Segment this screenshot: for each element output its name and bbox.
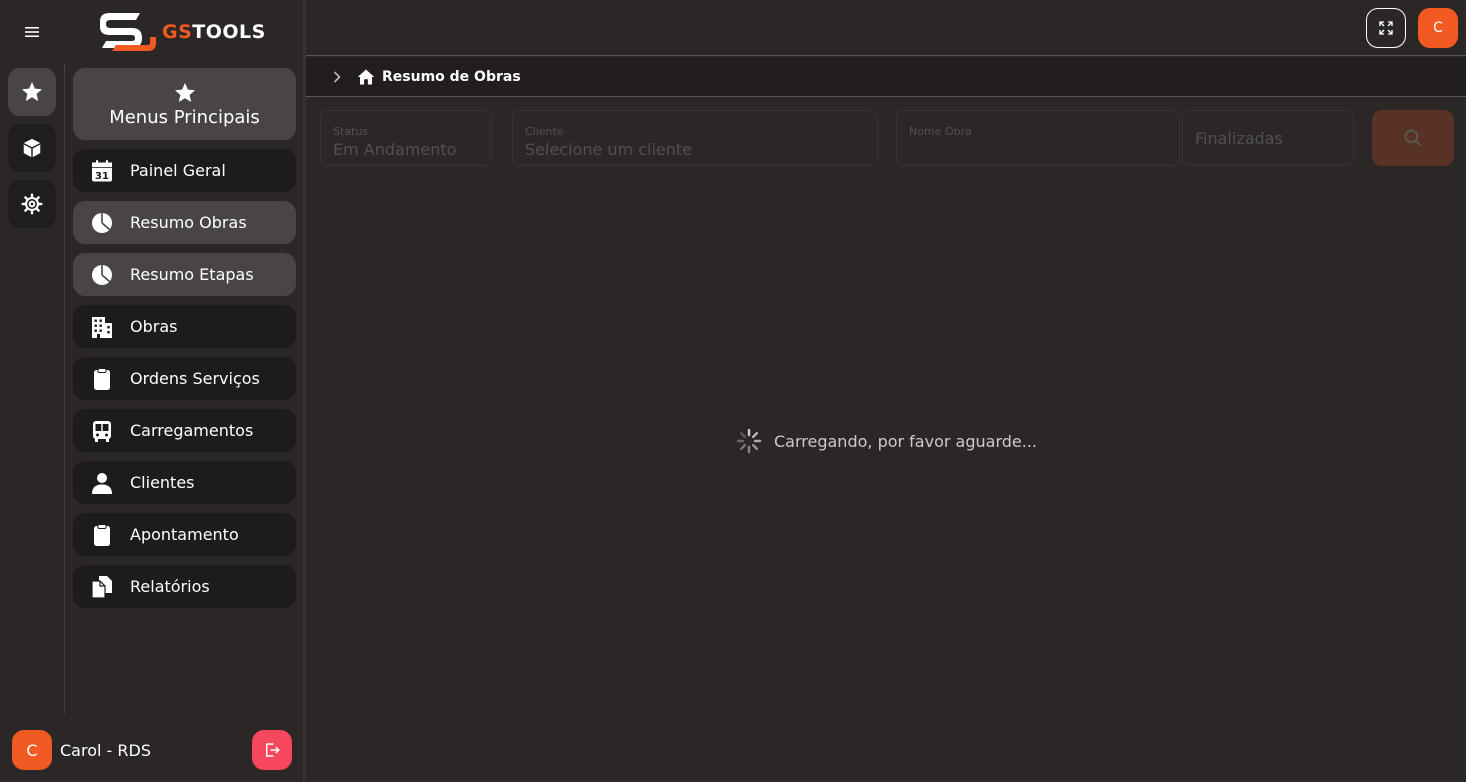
- finalizadas-select[interactable]: Finalizadas: [1182, 110, 1354, 166]
- logout-button[interactable]: [252, 730, 292, 770]
- menu-item-ordens-servicos[interactable]: Ordens Serviços: [73, 357, 296, 400]
- pie-chart-icon: [89, 262, 115, 288]
- search-icon: [1404, 129, 1422, 147]
- clipboard-icon: [89, 366, 115, 392]
- avatar: C: [12, 730, 52, 770]
- breadcrumb: Resumo de Obras: [306, 57, 1466, 97]
- documents-icon: [89, 574, 115, 600]
- main-menu: Menus Principais 31 Painel Geral Resumo …: [73, 68, 296, 617]
- status-field[interactable]: Status Em Andamento: [320, 110, 492, 166]
- menu-item-relatorios[interactable]: Relatórios: [73, 565, 296, 608]
- fullscreen-button[interactable]: [1366, 8, 1406, 48]
- menu-item-label: Apontamento: [130, 525, 239, 544]
- menu-item-label: Obras: [130, 317, 178, 336]
- cliente-label: Cliente: [525, 125, 564, 138]
- star-icon: [22, 82, 42, 101]
- logo: GSTOOLS: [92, 6, 266, 58]
- menu-item-obras[interactable]: Obras: [73, 305, 296, 348]
- menu-item-resumo-obras[interactable]: Resumo Obras: [73, 201, 296, 244]
- menu-item-label: Carregamentos: [130, 421, 254, 440]
- menu-item-label: Painel Geral: [130, 161, 226, 180]
- page-title: Resumo de Obras: [382, 68, 521, 85]
- icon-rail: [8, 68, 56, 236]
- menu-item-label: Clientes: [130, 473, 195, 492]
- user-name: Carol - RDS: [60, 740, 151, 760]
- star-icon: [174, 82, 195, 102]
- rail-favorites-button[interactable]: [8, 68, 56, 116]
- top-avatar[interactable]: C: [1418, 8, 1458, 48]
- rail-settings-button[interactable]: [8, 180, 56, 228]
- pie-chart-icon: [89, 210, 115, 236]
- logo-mark-icon: [100, 13, 156, 51]
- menu-item-label: Resumo Etapas: [130, 265, 254, 284]
- top-bar: [306, 0, 1466, 56]
- user-profile[interactable]: C Carol - RDS: [12, 730, 151, 770]
- svg-text:31: 31: [95, 171, 109, 182]
- finalizadas-value: Finalizadas: [1195, 129, 1283, 148]
- calendar-icon: 31: [89, 158, 115, 184]
- menu-item-apontamento[interactable]: Apontamento: [73, 513, 296, 556]
- nome-obra-field[interactable]: Nome Obra: [896, 110, 1180, 166]
- gear-icon: [21, 193, 43, 215]
- clipboard-icon: [89, 522, 115, 548]
- bus-icon: [89, 418, 115, 444]
- rail-divider: [64, 64, 65, 714]
- menu-item-label: Relatórios: [130, 577, 210, 596]
- chevron-right-icon[interactable]: [333, 70, 343, 83]
- logout-icon: [266, 743, 280, 757]
- menu-item-painel-geral[interactable]: 31 Painel Geral: [73, 149, 296, 192]
- cliente-field[interactable]: Cliente Selecione um cliente: [512, 110, 878, 166]
- logo-text: GSTOOLS: [162, 21, 266, 43]
- rail-box-button[interactable]: [8, 124, 56, 172]
- search-button[interactable]: [1372, 110, 1454, 166]
- box-icon: [23, 138, 41, 158]
- home-icon[interactable]: [357, 68, 375, 86]
- loading-indicator: Carregando, por favor aguarde...: [736, 428, 1037, 454]
- menu-item-carregamentos[interactable]: Carregamentos: [73, 409, 296, 452]
- expand-icon: [1379, 21, 1393, 35]
- loading-text: Carregando, por favor aguarde...: [774, 431, 1037, 451]
- filter-bar: Status Em Andamento Cliente Selecione um…: [320, 110, 1460, 170]
- hamburger-menu-icon[interactable]: [22, 22, 42, 42]
- spinner-icon: [736, 428, 762, 454]
- menu-item-clientes[interactable]: Clientes: [73, 461, 296, 504]
- status-value: Em Andamento: [333, 140, 457, 159]
- user-icon: [89, 470, 115, 496]
- menu-header: Menus Principais: [73, 68, 296, 140]
- nome-obra-label: Nome Obra: [909, 125, 972, 138]
- sidebar: GSTOOLS Menus Principais 31 Painel Geral: [0, 0, 304, 782]
- building-icon: [89, 314, 115, 340]
- status-label: Status: [333, 125, 369, 138]
- menu-item-label: Resumo Obras: [130, 213, 247, 232]
- menu-item-label: Ordens Serviços: [130, 369, 260, 388]
- main-content: Status Em Andamento Cliente Selecione um…: [306, 98, 1466, 782]
- menu-header-title: Menus Principais: [109, 106, 260, 128]
- menu-item-resumo-etapas[interactable]: Resumo Etapas: [73, 253, 296, 296]
- cliente-value: Selecione um cliente: [525, 140, 692, 159]
